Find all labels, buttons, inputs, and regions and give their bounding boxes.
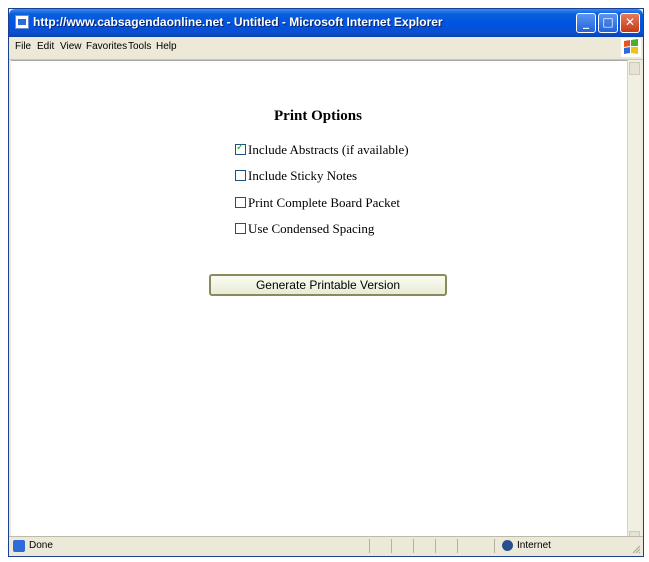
browser-window: http://www.cabsagendaonline.net - Untitl… [8,8,644,557]
page-title: Print Options [274,108,362,124]
menu-file[interactable]: File [15,41,31,52]
menu-bar: File Edit View Favorites Tools Help [9,37,643,60]
window-title: http://www.cabsagendaonline.net - Untitl… [33,15,443,29]
menu-tools[interactable]: Tools [128,41,151,52]
close-icon[interactable]: ✕ [620,13,640,33]
internet-globe-icon [502,540,513,551]
menu-view[interactable]: View [60,41,82,52]
status-divider [369,539,370,553]
checkbox-icon[interactable] [235,223,246,234]
minimize-icon[interactable]: _ [576,13,596,33]
resize-grip-icon[interactable] [631,544,641,554]
option-label: Use Condensed Spacing [248,221,375,236]
done-page-icon [13,540,25,552]
vertical-scrollbar[interactable] [627,60,641,546]
option-label: Include Sticky Notes [248,168,358,183]
option-label: Include Abstracts (if available) [248,142,409,157]
status-divider [494,539,495,553]
status-divider [435,539,436,553]
status-divider [457,539,458,553]
menu-edit[interactable]: Edit [37,41,54,52]
status-divider [391,539,392,553]
windows-logo-icon [621,38,641,57]
security-zone-label: Internet [517,540,551,551]
menu-help[interactable]: Help [156,41,177,52]
status-text: Done [29,540,53,551]
generate-printable-version-button[interactable]: Generate Printable Version [209,274,447,296]
checkbox-icon[interactable] [235,170,246,181]
maximize-icon[interactable]: □ [598,13,618,33]
status-bar: Done Internet [9,536,643,556]
page-content: Print Options Include Abstracts (if avai… [11,60,627,547]
menu-favorites[interactable]: Favorites [86,41,127,52]
scroll-up-button[interactable] [629,62,640,75]
ie-page-icon [15,15,29,29]
option-label: Print Complete Board Packet [248,195,401,210]
checkbox-icon[interactable] [235,142,246,155]
title-bar[interactable]: http://www.cabsagendaonline.net - Untitl… [9,9,643,37]
checkbox-icon[interactable] [235,197,246,208]
status-divider [413,539,414,553]
